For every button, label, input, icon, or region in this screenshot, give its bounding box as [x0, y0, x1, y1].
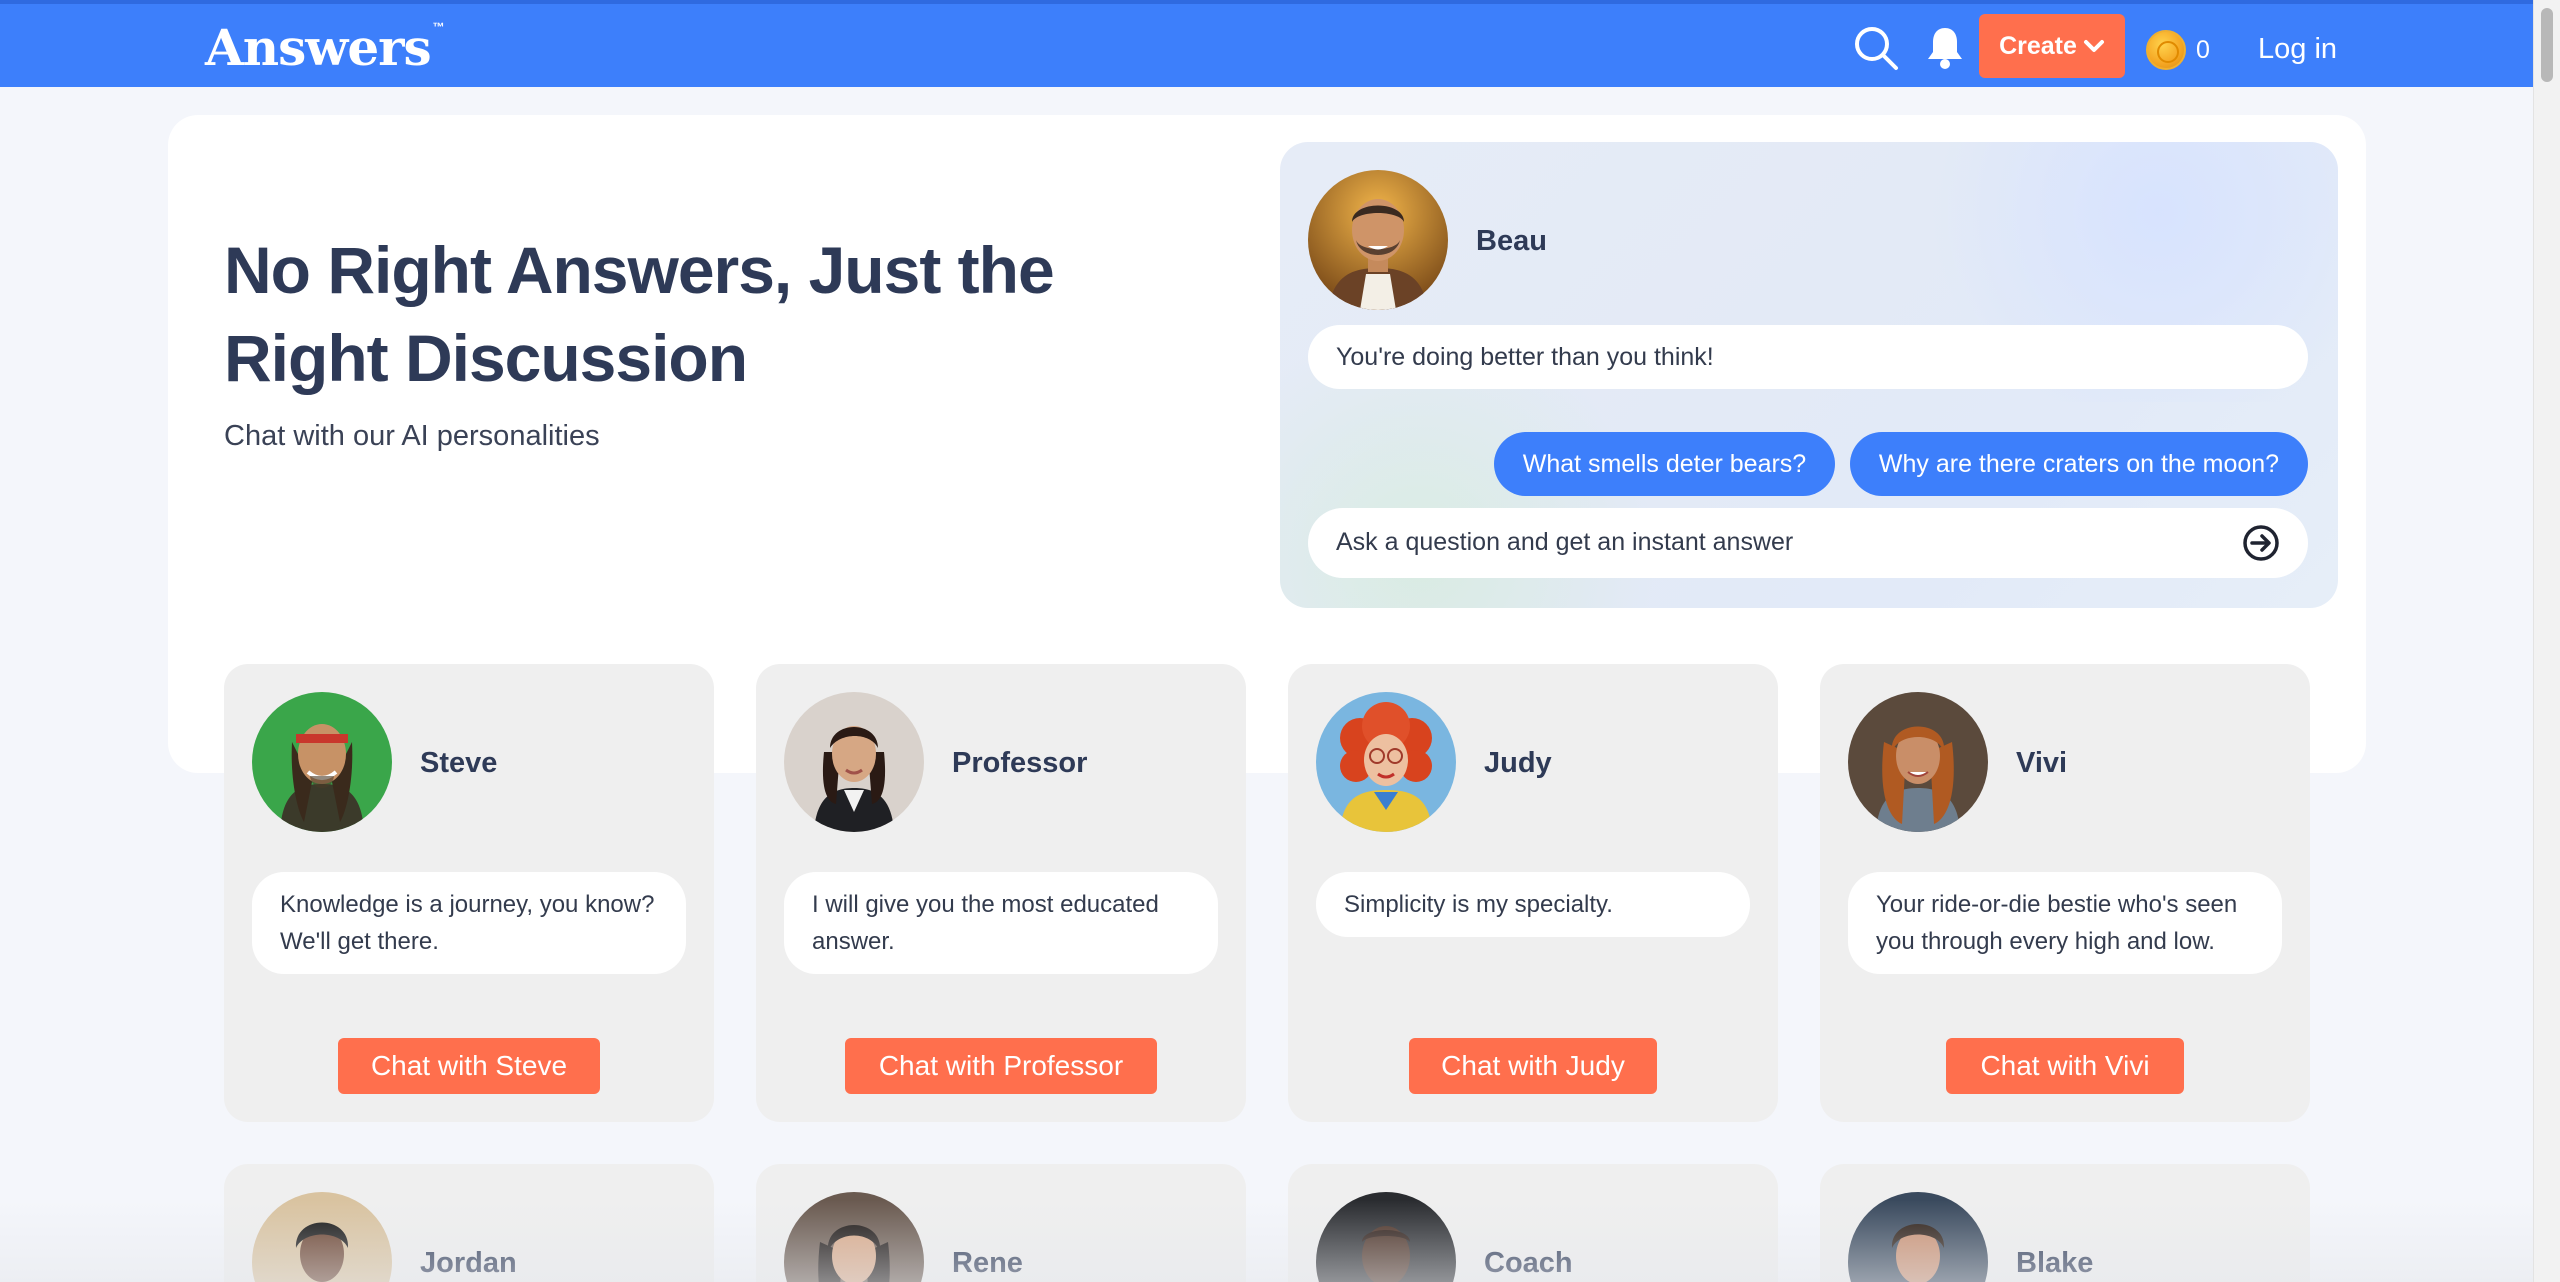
suggestion-chip[interactable]: Why are there craters on the moon?	[1850, 432, 2308, 496]
blake-avatar[interactable]	[1848, 1192, 1988, 1282]
scrollbar-thumb[interactable]	[2541, 8, 2553, 82]
persona-card-judy: Judy Simplicity is my specialty. Chat wi…	[1288, 664, 1778, 1122]
persona-name: Coach	[1484, 1247, 1573, 1279]
persona-name: Vivi	[2016, 747, 2068, 779]
hero-subtitle: Chat with our AI personalities	[224, 420, 600, 452]
coin-icon[interactable]	[2146, 30, 2186, 70]
rene-avatar[interactable]	[784, 1192, 924, 1282]
suggestion-chip[interactable]: What smells deter bears?	[1494, 432, 1835, 496]
persona-name: Steve	[420, 747, 498, 779]
persona-quote: I will give you the most educated answer…	[784, 872, 1218, 974]
persona-quote: Knowledge is a journey, you know? We'll …	[252, 872, 686, 974]
send-arrow-icon[interactable]	[2242, 524, 2280, 562]
persona-card-coach: Coach	[1288, 1164, 1778, 1282]
persona-name: Judy	[1484, 747, 1552, 779]
persona-card-blake: Blake	[1820, 1164, 2310, 1282]
search-icon[interactable]	[1852, 24, 1900, 72]
chat-with-judy-button[interactable]: Chat with Judy	[1409, 1038, 1657, 1094]
persona-card-jordan: Jordan	[224, 1164, 714, 1282]
persona-quote: Your ride-or-die bestie who's seen you t…	[1848, 872, 2282, 974]
judy-avatar[interactable]	[1316, 692, 1456, 832]
persona-quote: Simplicity is my specialty.	[1316, 872, 1750, 937]
beau-name: Beau	[1476, 225, 1547, 257]
vivi-avatar[interactable]	[1848, 692, 1988, 832]
page-scrollbar[interactable]	[2533, 0, 2560, 1282]
coin-count: 0	[2196, 36, 2210, 64]
chat-with-professor-button[interactable]: Chat with Professor	[845, 1038, 1157, 1094]
persona-card-rene: Rene	[756, 1164, 1246, 1282]
create-label: Create	[1999, 31, 2077, 60]
chevron-down-icon	[2083, 40, 2104, 52]
ask-question-input[interactable]: Ask a question and get an instant answer	[1308, 508, 2308, 578]
hero-title: No Right Answers, Just the Right Discuss…	[224, 233, 1055, 395]
beau-avatar[interactable]	[1308, 170, 1448, 310]
professor-avatar[interactable]	[784, 692, 924, 832]
persona-name: Jordan	[420, 1247, 517, 1279]
coach-avatar[interactable]	[1316, 1192, 1456, 1282]
jordan-avatar[interactable]	[252, 1192, 392, 1282]
chat-with-vivi-button[interactable]: Chat with Vivi	[1946, 1038, 2184, 1094]
beau-message-text: You're doing better than you think!	[1336, 342, 1714, 371]
persona-name: Professor	[952, 747, 1088, 779]
bell-icon[interactable]	[1924, 24, 1966, 72]
chat-with-steve-button[interactable]: Chat with Steve	[338, 1038, 600, 1094]
persona-card-steve: Steve Knowledge is a journey, you know? …	[224, 664, 714, 1122]
persona-card-professor: Professor I will give you the most educa…	[756, 664, 1246, 1122]
persona-name: Blake	[2016, 1247, 2094, 1279]
create-button[interactable]: Create	[1979, 14, 2125, 78]
persona-name: Rene	[952, 1247, 1023, 1279]
beau-message-bubble: You're doing better than you think!	[1308, 325, 2308, 389]
steve-avatar[interactable]	[252, 692, 392, 832]
top-navbar: Answers ™ Create 0 Log in	[0, 0, 2533, 87]
persona-card-vivi: Vivi Your ride-or-die bestie who's seen …	[1820, 664, 2310, 1122]
answers-logo[interactable]: Answers ™	[205, 18, 445, 77]
login-link[interactable]: Log in	[2258, 33, 2337, 66]
ask-input-placeholder: Ask a question and get an instant answer	[1336, 528, 1794, 556]
